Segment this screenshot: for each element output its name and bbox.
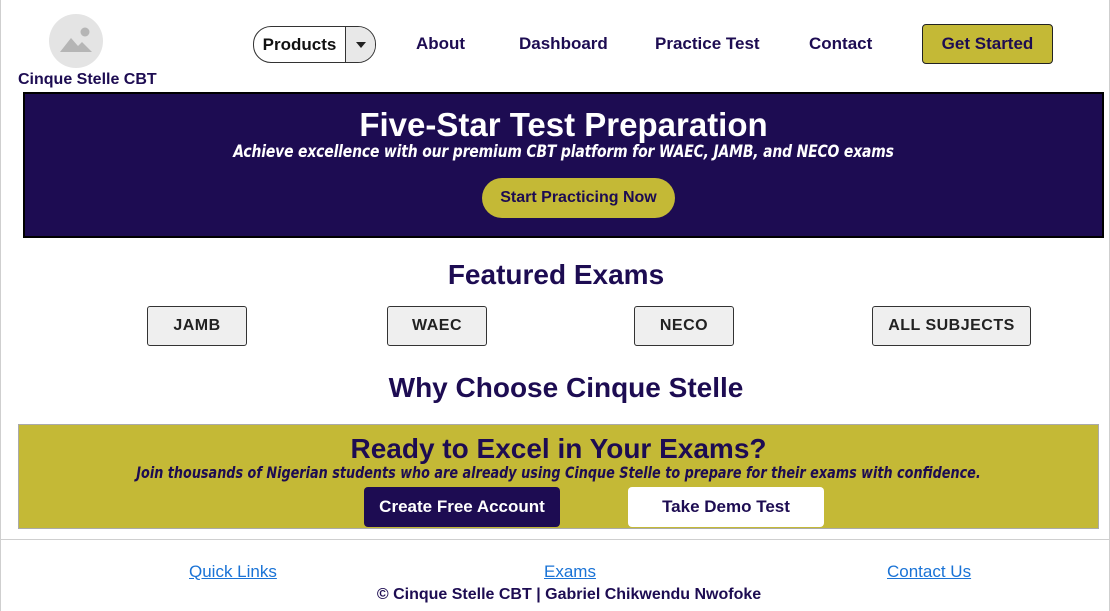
nav-about[interactable]: About <box>416 34 465 54</box>
get-started-button[interactable]: Get Started <box>922 24 1053 64</box>
featured-exams-title: Featured Exams <box>447 259 665 290</box>
cta-subtitle: Join thousands of Nigerian students who … <box>136 463 981 482</box>
nav-practice-test[interactable]: Practice Test <box>655 34 760 54</box>
footer-link-exams[interactable]: Exams <box>544 562 596 582</box>
image-placeholder-icon <box>60 27 92 52</box>
nav-dashboard[interactable]: Dashboard <box>519 34 608 54</box>
exam-button-waec[interactable]: WAEC <box>387 306 487 346</box>
nav-contact[interactable]: Contact <box>809 34 872 54</box>
start-practicing-button[interactable]: Start Practicing Now <box>482 178 675 218</box>
brand-name[interactable]: Cinque Stelle CBT <box>18 71 157 89</box>
products-label[interactable]: Products <box>254 27 345 62</box>
hero-title: Five-Star Test Preparation <box>359 106 768 143</box>
page: Cinque Stelle CBT Products About Dashboa… <box>0 0 1110 611</box>
logo[interactable] <box>49 14 103 68</box>
products-dropdown[interactable]: Products <box>253 26 376 63</box>
hero-banner: Five-Star Test Preparation Achieve excel… <box>23 92 1104 238</box>
footer-link-contact-us[interactable]: Contact Us <box>887 562 971 582</box>
footer-link-quick-links[interactable]: Quick Links <box>189 562 277 582</box>
chevron-down-icon[interactable] <box>345 27 375 62</box>
why-choose-title: Why Choose Cinque Stelle <box>388 372 744 403</box>
cta-title: Ready to Excel in Your Exams? <box>350 433 767 464</box>
exam-button-jamb[interactable]: JAMB <box>147 306 247 346</box>
demo-test-button[interactable]: Take Demo Test <box>628 487 824 527</box>
exam-button-neco[interactable]: NECO <box>634 306 734 346</box>
create-account-button[interactable]: Create Free Account <box>364 487 560 527</box>
exam-button-all-subjects[interactable]: ALL SUBJECTS <box>872 306 1031 346</box>
cta-banner: Ready to Excel in Your Exams? Join thous… <box>18 424 1099 529</box>
copyright: © Cinque Stelle CBT | Gabriel Chikwendu … <box>376 586 762 603</box>
footer-divider <box>1 539 1110 540</box>
hero-subtitle: Achieve excellence with our premium CBT … <box>233 142 894 162</box>
